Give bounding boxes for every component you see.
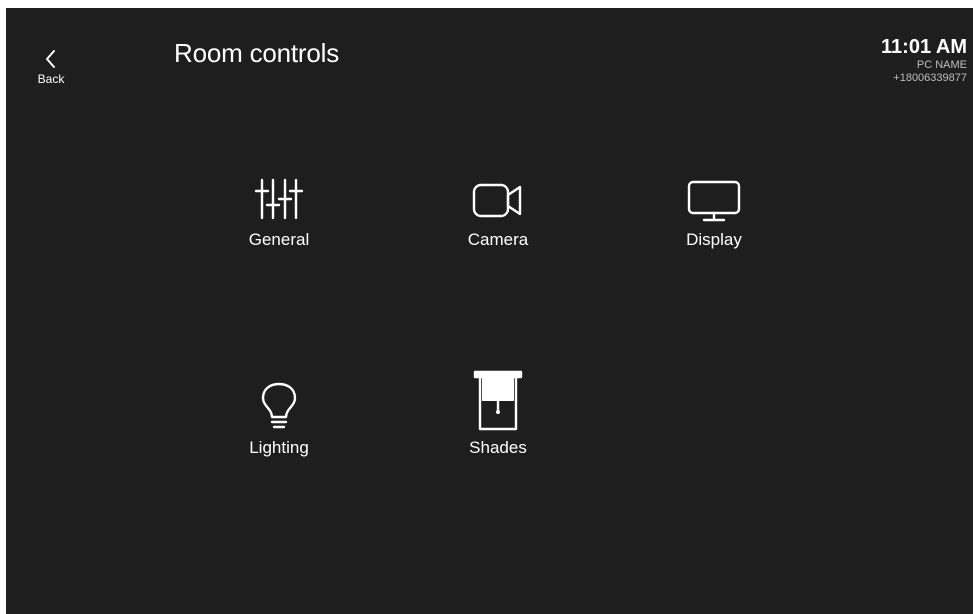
page-title: Room controls (174, 38, 340, 68)
camera-icon (472, 183, 522, 218)
phone-number: +18006339877 (893, 72, 967, 84)
monitor-icon (687, 180, 741, 222)
tile-shades[interactable]: Shades (433, 370, 563, 476)
tile-general[interactable]: General (214, 168, 344, 268)
sliders-icon (254, 178, 304, 220)
pc-name: PC NAME (916, 59, 967, 71)
lightbulb-icon (261, 382, 297, 429)
shades-icon (473, 370, 523, 431)
tile-label: Display (686, 230, 742, 249)
status-panel: 11:01 AM PC NAME +18006339877 (881, 36, 967, 85)
back-label: Back (37, 72, 65, 86)
tile-camera[interactable]: Camera (433, 168, 563, 268)
chevron-left-icon (46, 50, 55, 68)
room-controls-screen: Back Room controls 11:01 AM PC NAME +180… (6, 8, 973, 614)
back-button[interactable]: Back (28, 48, 74, 104)
tile-label: Camera (467, 230, 529, 249)
tile-label: Lighting (249, 438, 309, 457)
tile-display[interactable]: Display (649, 168, 779, 268)
tile-lighting[interactable]: Lighting (214, 376, 344, 476)
tile-label: General (248, 230, 310, 249)
tile-label: Shades (469, 438, 527, 457)
clock: 11:01 AM (881, 36, 967, 58)
